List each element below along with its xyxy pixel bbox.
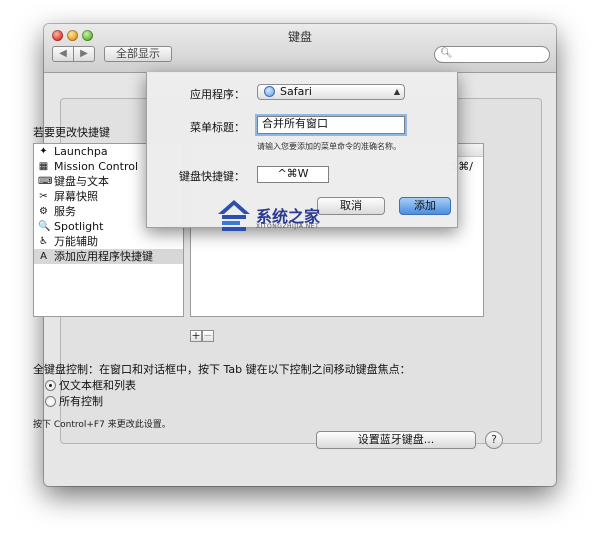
menu-title-label: 菜单标题： <box>190 121 245 134</box>
show-all-button[interactable]: 全部显示 <box>104 46 172 62</box>
safari-icon <box>264 86 275 97</box>
application-value: Safari <box>280 85 312 98</box>
menu-title-field[interactable]: 合并所有窗口 <box>257 116 405 134</box>
full-keyboard-access-label: 全键盘控制：在窗口和对话框中，按下 Tab 键在以下控制之间移动键盘焦点： <box>33 363 411 376</box>
add-shortcut-button[interactable]: + <box>190 330 202 342</box>
category-label: 服务 <box>54 205 76 218</box>
accessibility-icon: ♿ <box>39 236 48 247</box>
help-button[interactable]: ? <box>485 431 503 449</box>
screenshot-icon: ✂ <box>39 191 48 202</box>
popup-arrows-icon: ▲ <box>393 87 400 96</box>
category-item[interactable]: A 添加应用程序快捷键 <box>34 249 183 264</box>
radio-button-selected[interactable] <box>45 379 56 391</box>
radio-label: 仅文本框和列表 <box>59 379 136 392</box>
services-gear-icon: ⚙ <box>39 206 48 217</box>
remove-shortcut-button[interactable]: − <box>202 330 214 342</box>
menu-title-hint: 请输入您要添加的菜单命令的准确名称。 <box>257 142 401 151</box>
radio-text-boxes-and-lists[interactable]: 仅文本框和列表 <box>45 379 136 393</box>
category-item[interactable]: ♿ 万能辅助 <box>34 234 183 249</box>
watermark-e-icon <box>218 200 250 231</box>
add-button[interactable]: 添加 <box>399 197 451 215</box>
watermark-logo: 系统之家 XITONGZHIJIA.NET <box>214 196 364 236</box>
keyboard-shortcut-label: 键盘快捷键： <box>179 170 245 183</box>
category-label: 键盘与文本 <box>54 175 109 188</box>
category-label: Mission Control <box>54 160 139 173</box>
category-label: 屏幕快照 <box>54 190 98 203</box>
shortcuts-instruction: 若要更改快捷键 <box>33 126 110 139</box>
category-label: 添加应用程序快捷键 <box>54 250 153 263</box>
category-label: 万能辅助 <box>54 235 98 248</box>
setup-bluetooth-keyboard-button[interactable]: 设置蓝牙键盘... <box>316 431 476 449</box>
radio-label: 所有控制 <box>59 395 103 408</box>
radio-all-controls[interactable]: 所有控制 <box>45 395 103 409</box>
application-label: 应用程序： <box>190 88 245 101</box>
keyboard-icon: ⌨ <box>38 176 53 187</box>
watermark-subtitle: XITONGZHIJIA.NET <box>256 223 320 230</box>
application-popup[interactable]: Safari ▲ <box>257 84 405 100</box>
search-field[interactable]: 🔍︎ <box>434 46 550 63</box>
category-label: Launchpa <box>54 145 108 158</box>
keyboard-shortcut-field[interactable]: ^⌘W <box>257 166 329 183</box>
title-bar: 键盘 ◀ ▶ 全部显示 🔍︎ <box>44 24 556 73</box>
back-arrow-icon: ◀ <box>59 48 67 59</box>
show-all-label: 全部显示 <box>116 47 160 60</box>
forward-button[interactable]: ▶ <box>73 46 95 62</box>
keyboard-control-hint: 按下 Control+F7 来更改此设置。 <box>33 420 171 430</box>
mission-control-icon: ▦ <box>38 161 49 172</box>
app-shortcuts-icon: A <box>40 251 47 262</box>
radio-button[interactable] <box>45 395 56 407</box>
window-title: 键盘 <box>287 30 312 44</box>
back-button[interactable]: ◀ <box>52 46 74 62</box>
forward-arrow-icon: ▶ <box>80 48 88 59</box>
launchpad-icon: ✦ <box>39 146 48 157</box>
search-icon: 🔍︎ <box>440 48 453 59</box>
category-label: Spotlight <box>54 220 104 233</box>
spotlight-icon: 🔍 <box>38 221 51 232</box>
